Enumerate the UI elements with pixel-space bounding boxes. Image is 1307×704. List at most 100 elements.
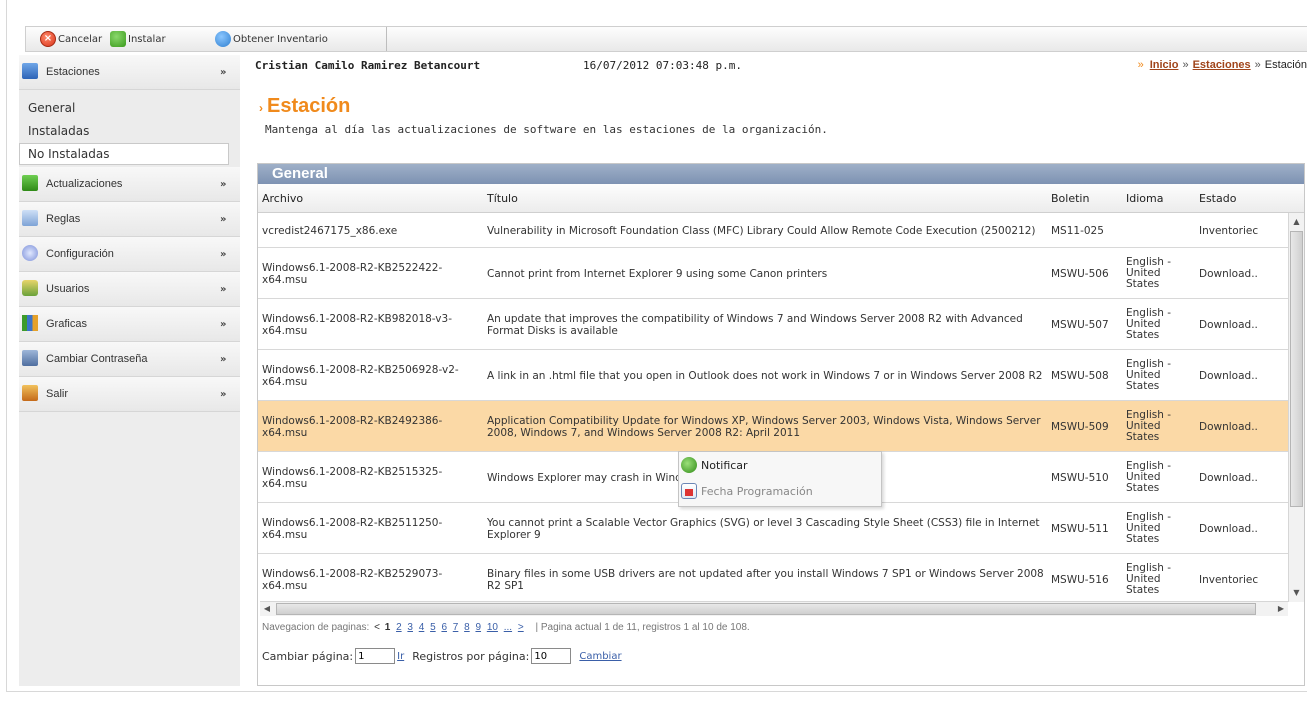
table-row[interactable]: Windows6.1-2008-R2-KB2511250-x64.msu You… <box>258 503 1288 554</box>
scroll-down-icon[interactable]: ▼ <box>1290 586 1303 600</box>
scrollbar-thumb[interactable] <box>276 603 1256 615</box>
grid-title: General <box>258 164 1304 184</box>
sidebar-item-no-instaladas[interactable]: No Instaladas <box>19 143 229 165</box>
sidebar-item-general[interactable]: General <box>19 97 240 120</box>
column-header-estado[interactable]: Estado <box>1199 192 1236 205</box>
title-arrow-icon: › <box>259 101 263 115</box>
sidebar-section-reglas[interactable]: Reglas » <box>19 202 240 237</box>
expand-icon: » <box>220 66 227 78</box>
breadcrumb-separator: » <box>1254 59 1261 71</box>
cell-boletin: MS11-025 <box>1051 224 1104 237</box>
cell-titulo: Application Compatibility Update for Win… <box>487 414 1041 439</box>
cancel-button[interactable]: × Cancelar <box>40 29 102 49</box>
context-menu-item-fecha-programacion[interactable]: Fecha Programación <box>681 480 879 502</box>
page-link[interactable]: 9 <box>475 622 481 633</box>
cell-archivo: vcredist2467175_x86.exe <box>262 224 398 237</box>
sidebar-section-salir[interactable]: Salir » <box>19 377 240 412</box>
expand-icon: » <box>220 283 227 295</box>
page-link[interactable]: 7 <box>453 622 459 633</box>
page-link[interactable]: 3 <box>407 622 413 633</box>
cell-archivo: Windows6.1-2008-R2-KB2511250-x64.msu <box>262 516 443 541</box>
cancel-label: Cancelar <box>58 33 103 45</box>
updates-icon <box>22 175 38 191</box>
change-button[interactable]: Cambiar <box>579 651 621 662</box>
inventory-button[interactable]: Obtener Inventario <box>215 29 328 49</box>
sidebar-section-actualizaciones[interactable]: Actualizaciones » <box>19 167 240 202</box>
users-icon <box>22 280 38 296</box>
page-link[interactable]: 10 <box>487 622 498 633</box>
sidebar-section-graficas[interactable]: Graficas » <box>19 307 240 342</box>
scrollbar-thumb[interactable] <box>1290 231 1303 507</box>
header-bar: Cristian Camilo Ramirez Betancourt 16/07… <box>255 59 1307 75</box>
cell-estado: Download.. <box>1199 471 1258 484</box>
scroll-right-icon[interactable]: ▶ <box>1274 602 1288 616</box>
page-link[interactable]: 8 <box>464 622 470 633</box>
go-link[interactable]: Ir <box>397 651 404 662</box>
per-page-input[interactable] <box>531 648 572 664</box>
table-row[interactable]: Windows6.1-2008-R2-KB2506928-v2-x64.msu … <box>258 350 1288 401</box>
horizontal-scrollbar[interactable]: ◀ ▶ <box>260 601 1288 616</box>
column-header-titulo[interactable]: Título <box>487 192 518 205</box>
toolbar-divider <box>386 27 387 51</box>
expand-icon: » <box>220 213 227 225</box>
table-row[interactable]: Windows6.1-2008-R2-KB982018-v3-x64.msu A… <box>258 299 1288 350</box>
breadcrumb-home-link[interactable]: Inicio <box>1150 59 1179 71</box>
table-row[interactable]: vcredist2467175_x86.exe Vulnerability in… <box>258 213 1288 248</box>
scroll-left-icon[interactable]: ◀ <box>260 602 274 616</box>
table-row[interactable]: Windows6.1-2008-R2-KB2522422-x64.msu Can… <box>258 248 1288 299</box>
expand-icon: » <box>220 318 227 330</box>
expand-icon: » <box>220 248 227 260</box>
stations-icon <box>22 63 38 79</box>
page-title-text: Estación <box>267 95 351 117</box>
sidebar-section-estaciones[interactable]: Estaciones » <box>19 55 240 90</box>
cell-archivo: Windows6.1-2008-R2-KB2506928-v2-x64.msu <box>262 363 459 388</box>
table-row-selected[interactable]: Windows6.1-2008-R2-KB2492386-x64.msu App… <box>258 401 1288 452</box>
cell-boletin: MSWU-506 <box>1051 267 1109 280</box>
page-link[interactable]: 6 <box>441 622 447 633</box>
next-page-link[interactable]: > <box>518 622 524 633</box>
vertical-scrollbar[interactable]: ▲ ▼ <box>1288 213 1304 602</box>
datetime: 16/07/2012 07:03:48 p.m. <box>583 59 742 72</box>
page-link[interactable]: 1 <box>385 622 391 633</box>
column-header-boletin[interactable]: Boletin <box>1051 192 1089 205</box>
cell-archivo: Windows6.1-2008-R2-KB2529073-x64.msu <box>262 567 443 592</box>
per-page-label: Registros por página: <box>412 649 530 663</box>
cell-archivo: Windows6.1-2008-R2-KB2515325-x64.msu <box>262 465 443 490</box>
page-link[interactable]: 2 <box>396 622 402 633</box>
sidebar-section-label: Usuarios <box>46 283 90 295</box>
cell-titulo: Cannot print from Internet Explorer 9 us… <box>487 267 828 280</box>
context-menu-item-notificar[interactable]: Notificar <box>681 454 879 476</box>
column-header-archivo[interactable]: Archivo <box>262 192 303 205</box>
sidebar-item-instaladas[interactable]: Instaladas <box>19 120 240 143</box>
context-menu-label: Fecha Programación <box>701 484 813 498</box>
cell-boletin: MSWU-510 <box>1051 471 1109 484</box>
sidebar-section-cambiar-contrasena[interactable]: Cambiar Contraseña » <box>19 342 240 377</box>
cancel-icon: × <box>40 31 56 47</box>
cell-idioma: English - United States <box>1126 358 1172 392</box>
install-button[interactable]: Instalar <box>110 29 166 49</box>
sidebar-section-configuracion[interactable]: Configuración » <box>19 237 240 272</box>
page-link[interactable]: 4 <box>419 622 425 633</box>
inventory-label: Obtener Inventario <box>233 33 328 45</box>
sidebar-submenu: General Instaladas No Instaladas <box>19 90 240 167</box>
page-subtitle: Mantenga al día las actualizaciones de s… <box>265 123 828 136</box>
page-link[interactable]: ... <box>504 622 512 633</box>
expand-icon: » <box>220 353 227 365</box>
cell-boletin: MSWU-509 <box>1051 420 1109 433</box>
cell-estado: Download.. <box>1199 267 1258 280</box>
scroll-up-icon[interactable]: ▲ <box>1290 215 1303 229</box>
breadcrumb-stations-link[interactable]: Estaciones <box>1193 59 1251 71</box>
cell-idioma: English - United States <box>1126 307 1172 341</box>
cell-archivo: Windows6.1-2008-R2-KB2492386-x64.msu <box>262 414 443 439</box>
page-number-input[interactable] <box>355 648 396 664</box>
table-row[interactable]: Windows6.1-2008-R2-KB2529073-x64.msu Bin… <box>258 554 1288 602</box>
sidebar-section-usuarios[interactable]: Usuarios » <box>19 272 240 307</box>
cell-idioma: English - United States <box>1126 511 1172 545</box>
breadcrumb: » Inicio» Estaciones» Estación <box>1138 59 1307 71</box>
password-icon <box>22 350 38 366</box>
prev-page-link[interactable]: < <box>374 622 380 633</box>
page-link[interactable]: 5 <box>430 622 436 633</box>
grid-header: Archivo Título Boletin Idioma Estado <box>258 184 1304 213</box>
column-header-idioma[interactable]: Idioma <box>1126 192 1163 205</box>
sidebar-section-label: Salir <box>46 388 69 400</box>
